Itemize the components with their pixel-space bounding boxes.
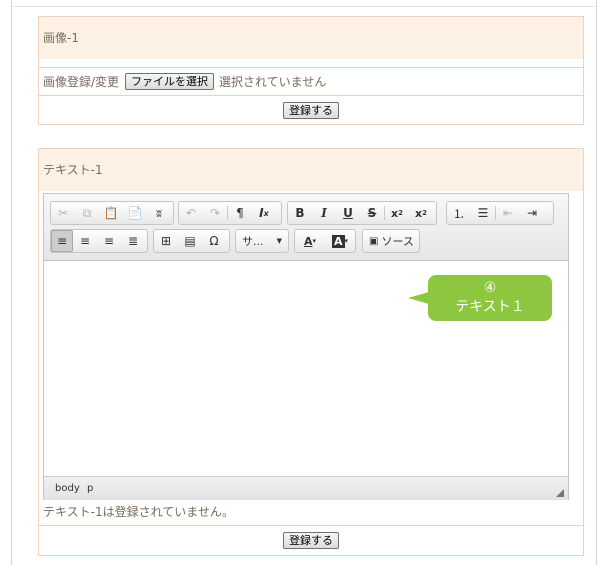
callout-tail — [408, 292, 429, 304]
image-upload-row — [39, 59, 583, 67]
page-frame-right — [596, 0, 597, 565]
align-right-icon[interactable]: ≡ — [97, 230, 121, 252]
undo-icon[interactable]: ↶ — [179, 202, 203, 224]
list-indent-group: ⒈ ☰ ⇤ ⇥ — [446, 201, 554, 225]
file-choose-button[interactable]: ファイルを選択 — [125, 73, 215, 90]
outdent-icon[interactable]: ⇤ — [496, 202, 520, 224]
text-submit-button[interactable]: 登録する — [283, 532, 339, 549]
clipboard-group: ✂ ⧉ 📋 📄 ʬ — [50, 201, 174, 225]
color-group: A ▾ A ▾ — [294, 229, 356, 253]
page-frame-left — [11, 0, 12, 565]
special-char-icon[interactable]: Ω — [202, 230, 226, 252]
file-status-text: 選択されていません — [219, 75, 327, 89]
editor-toolbar: ✂ ⧉ 📋 📄 ʬ ↶ ↷ ¶ Ix B I U S x2 x2 ⒈ ☰ ⇤ ⇥… — [44, 194, 568, 261]
table-icon[interactable]: ⊞ — [154, 230, 178, 252]
align-justify-icon[interactable]: ≣ — [121, 230, 145, 252]
cut-icon[interactable]: ✂ — [51, 202, 75, 224]
remove-format-icon[interactable]: ¶ — [228, 202, 252, 224]
subscript-icon[interactable]: x2 — [385, 202, 409, 224]
undo-redo-group: ↶ ↷ ¶ Ix — [178, 201, 282, 225]
redo-icon[interactable]: ↷ — [203, 202, 227, 224]
paste-icon[interactable]: 📋 — [99, 202, 123, 224]
copy-icon[interactable]: ⧉ — [75, 202, 99, 224]
source-label: ソース — [381, 235, 414, 248]
format-dropdown[interactable]: サ... ▼ — [235, 229, 289, 253]
image-panel-title: 画像-1 — [43, 31, 79, 45]
strikethrough-icon[interactable]: S — [360, 202, 384, 224]
text-submit-row: 登録する — [39, 526, 583, 555]
superscript-icon[interactable]: x2 — [409, 202, 433, 224]
callout-annotation: ④ テキスト１ — [428, 275, 552, 321]
image-panel: 画像-1 画像登録/変更 ファイルを選択 選択されていません 登録する — [38, 16, 584, 125]
alignment-group: ≡ ≡ ≡ ≣ — [50, 229, 148, 253]
path-element-p[interactable]: p — [87, 483, 93, 494]
text-panel-header: テキスト-1 — [39, 149, 583, 191]
text-panel-title: テキスト-1 — [43, 163, 103, 177]
page-frame-top — [11, 6, 597, 7]
underline-icon[interactable]: U — [336, 202, 360, 224]
path-element-body[interactable]: body — [55, 483, 80, 494]
text-style-group: B I U S x2 x2 — [287, 201, 437, 225]
bold-icon[interactable]: B — [288, 202, 312, 224]
clear-formatting-icon[interactable]: Ix — [252, 202, 276, 224]
align-center-icon[interactable]: ≡ — [73, 230, 97, 252]
align-left-icon[interactable]: ≡ — [51, 230, 73, 252]
callout-label: テキスト１ — [455, 299, 525, 315]
image-upload-label: 画像登録/変更 — [43, 75, 120, 89]
callout-number: ④ — [483, 280, 497, 296]
bulleted-list-icon[interactable]: ☰ — [471, 202, 495, 224]
editor-statusbar: body p — [44, 476, 568, 500]
image-panel-header: 画像-1 — [39, 17, 583, 59]
image-submit-button[interactable]: 登録する — [283, 101, 339, 119]
indent-icon[interactable]: ⇥ — [520, 202, 544, 224]
horizontal-rule-icon[interactable]: ▤ — [178, 230, 202, 252]
image-submit-row: 登録する — [39, 95, 583, 124]
chevron-down-icon: ▼ — [276, 237, 282, 245]
numbered-list-icon[interactable]: ⒈ — [447, 202, 471, 224]
image-upload-row: 画像登録/変更 ファイルを選択 選択されていません — [39, 67, 583, 95]
italic-icon[interactable]: I — [312, 202, 336, 224]
resize-handle-icon[interactable] — [556, 489, 564, 497]
format-dropdown-label: サ... — [242, 235, 264, 248]
text-status-row: テキスト-1は登録されていません。 — [43, 503, 234, 520]
source-icon: ▣ — [369, 235, 379, 247]
rich-text-editor: ✂ ⧉ 📋 📄 ʬ ↶ ↷ ¶ Ix B I U S x2 x2 ⒈ ☰ ⇤ ⇥… — [43, 193, 569, 500]
paste-from-word-icon[interactable]: ʬ — [147, 202, 171, 224]
source-button[interactable]: ▣ ソース — [362, 229, 420, 253]
text-color-icon[interactable]: A ▾ — [295, 230, 325, 252]
background-color-icon[interactable]: A ▾ — [325, 230, 355, 252]
text-status-message: テキスト-1は登録されていません。 — [43, 505, 234, 519]
paste-text-icon[interactable]: 📄 — [123, 202, 147, 224]
insert-group: ⊞ ▤ Ω — [153, 229, 230, 253]
